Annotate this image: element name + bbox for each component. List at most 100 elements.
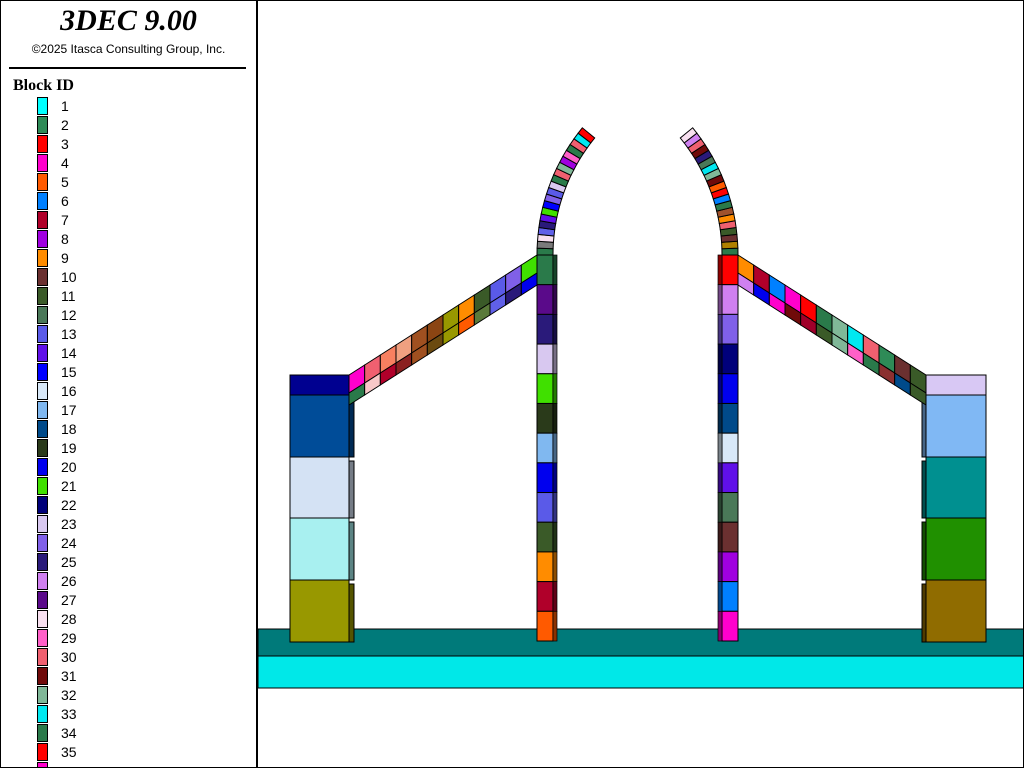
pillar-block — [925, 394, 987, 458]
column-side — [717, 254, 723, 286]
model-view[interactable] — [258, 1, 1023, 767]
outer-pillars — [289, 374, 987, 643]
pillar-block — [289, 579, 350, 643]
column-side — [552, 521, 558, 553]
pillar-side — [348, 398, 355, 458]
legend-swatch — [37, 230, 48, 248]
column-side — [552, 254, 558, 286]
column-block — [721, 313, 739, 345]
legend-swatch — [37, 192, 48, 210]
column-block — [721, 432, 739, 464]
column-side — [717, 373, 723, 404]
legend-swatch — [37, 629, 48, 647]
column-side — [717, 610, 723, 642]
legend-swatch — [37, 363, 48, 381]
column-block — [721, 254, 739, 286]
legend-swatch — [37, 515, 48, 533]
column-side — [717, 581, 723, 612]
legend-swatch — [37, 705, 48, 723]
legend-item: 29 — [1, 629, 256, 648]
column-side — [717, 314, 723, 345]
legend-swatch — [37, 344, 48, 362]
legend-label: 11 — [61, 288, 76, 304]
legend-swatch — [37, 496, 48, 514]
legend-panel: 3DEC 9.00 ©2025 Itasca Consulting Group,… — [1, 1, 258, 767]
legend-item: 27 — [1, 591, 256, 610]
legend-item: 35 — [1, 743, 256, 762]
legend-label: 3 — [61, 136, 69, 152]
column-side — [552, 492, 558, 523]
column-block — [536, 432, 554, 464]
legend-swatch — [37, 287, 48, 305]
column-block — [721, 492, 739, 523]
legend-label: 23 — [61, 516, 77, 532]
column-block — [721, 521, 739, 553]
legend-swatch — [37, 610, 48, 628]
pillar-block — [289, 517, 350, 581]
column-side — [552, 462, 558, 493]
pillar-side — [348, 460, 355, 519]
legend-item: 18 — [1, 420, 256, 439]
legend-swatch — [37, 762, 48, 767]
legend-item: 15 — [1, 363, 256, 382]
column-block — [721, 581, 739, 612]
pillar-block — [925, 456, 987, 519]
legend-item: 5 — [1, 173, 256, 192]
column-block — [536, 254, 554, 286]
legend-swatch — [37, 211, 48, 229]
roof-rafters — [348, 254, 927, 406]
legend-item: 12 — [1, 306, 256, 325]
legend-label: 24 — [61, 535, 77, 551]
pillar-side — [921, 583, 927, 643]
column-block — [536, 284, 554, 315]
pillar-block — [925, 579, 987, 643]
pillar-side — [348, 521, 355, 581]
column-side — [552, 314, 558, 345]
legend-swatch — [37, 553, 48, 571]
legend-label: 33 — [61, 706, 77, 722]
legend-item: 34 — [1, 724, 256, 743]
legend-item: 7 — [1, 211, 256, 230]
legend-item: 13 — [1, 325, 256, 344]
pillar-block — [289, 374, 350, 396]
legend-swatch — [37, 401, 48, 419]
legend-item: 2 — [1, 116, 256, 135]
column-block — [721, 610, 739, 642]
legend-label: 1 — [61, 98, 69, 114]
legend-item: 17 — [1, 401, 256, 420]
column-block — [721, 373, 739, 404]
legend-item: 8 — [1, 230, 256, 249]
column-side — [717, 551, 723, 582]
legend-swatch — [37, 648, 48, 666]
legend-label: 22 — [61, 497, 77, 513]
legend-swatch — [37, 268, 48, 286]
legend-label: 18 — [61, 421, 77, 437]
legend-label: 16 — [61, 383, 77, 399]
legend-label: 26 — [61, 573, 77, 589]
legend-label: 6 — [61, 193, 69, 209]
pointed-arch — [536, 127, 739, 256]
title-divider — [9, 67, 246, 69]
legend-label: 28 — [61, 611, 77, 627]
column-side — [717, 432, 723, 464]
legend-swatch — [37, 667, 48, 685]
legend-title: Block ID — [13, 77, 74, 94]
legend-label: 4 — [61, 155, 69, 171]
app-title: 3DEC 9.00 — [60, 4, 197, 37]
legend-label: 31 — [61, 668, 77, 684]
legend-swatch — [37, 135, 48, 153]
column-block — [536, 551, 554, 583]
column-block — [721, 551, 739, 583]
column-side — [552, 610, 558, 642]
legend-item: 4 — [1, 154, 256, 173]
legend-item: 32 — [1, 686, 256, 705]
plot-window: 3DEC 9.00 ©2025 Itasca Consulting Group,… — [0, 0, 1024, 768]
legend-item: 1 — [1, 97, 256, 116]
column-block — [536, 521, 554, 553]
legend-swatch — [37, 325, 48, 343]
legend-item: 19 — [1, 439, 256, 458]
arch-voussoir — [721, 247, 739, 256]
legend-swatch — [37, 97, 48, 115]
column-block — [536, 313, 554, 345]
legend-swatch — [37, 477, 48, 495]
